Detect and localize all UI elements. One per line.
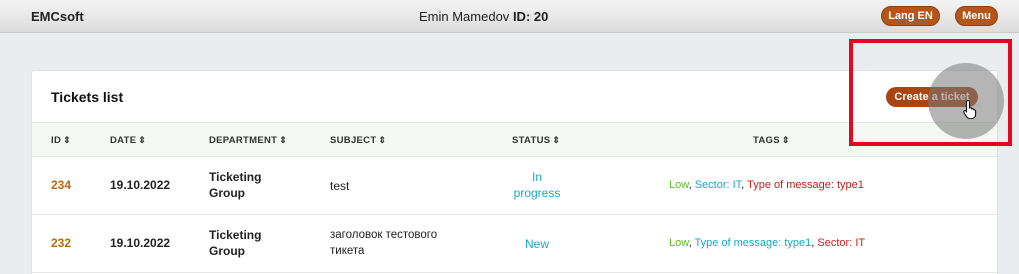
ticket-date: 19.10.2022 xyxy=(110,178,171,192)
column-id[interactable]: ID ⇕ xyxy=(51,135,71,146)
ticket-status: New xyxy=(524,237,549,251)
ticket-tags: Low, Type of message: type1, Sector: IT xyxy=(669,237,866,249)
highlight-annotation xyxy=(849,39,1012,146)
column-department[interactable]: DEPARTMENT ⇕ xyxy=(209,135,287,146)
tag[interactable]: Sector: IT xyxy=(695,179,741,191)
ticket-id-link[interactable]: 232 xyxy=(51,236,71,250)
tag[interactable]: Low xyxy=(669,237,689,249)
top-navbar: EMCsoft Emin Mamedov ID: 20 Lang EN Menu xyxy=(0,0,1019,33)
user-id: ID: 20 xyxy=(512,9,549,24)
table-row[interactable]: 232 19.10.2022 Ticketing Group заголовок… xyxy=(32,215,997,273)
ticket-tags: Low, Sector: IT, Type of message: type1 xyxy=(669,179,864,191)
ticket-id-link[interactable]: 234 xyxy=(51,178,71,192)
user-info: Emin Mamedov ID: 20 xyxy=(419,9,548,24)
column-subject[interactable]: SUBJECT ⇕ xyxy=(330,135,386,146)
tag[interactable]: Type of message: type1 xyxy=(747,179,864,191)
column-date[interactable]: DATE ⇕ xyxy=(110,135,146,146)
ticket-subject: test xyxy=(330,179,350,193)
table-row[interactable]: 234 19.10.2022 Ticketing Group test In p… xyxy=(32,157,997,215)
page-title: Tickets list xyxy=(51,89,124,105)
brand-logo[interactable]: EMCsoft xyxy=(31,9,84,24)
ticket-department: Ticketing Group xyxy=(209,170,262,200)
tag[interactable]: Type of message: type1 xyxy=(695,237,812,249)
sort-icon[interactable]: ⇕ xyxy=(63,135,71,145)
sort-icon[interactable]: ⇕ xyxy=(279,135,287,145)
menu-button[interactable]: Menu xyxy=(955,6,998,26)
user-name: Emin Mamedov xyxy=(419,9,510,24)
ticket-department: Ticketing Group xyxy=(209,228,262,258)
column-tags[interactable]: TAGS ⇕ xyxy=(753,135,790,146)
ticket-subject: заголовок тестового тикета xyxy=(330,229,438,257)
ticket-date: 19.10.2022 xyxy=(110,236,171,250)
language-button[interactable]: Lang EN xyxy=(881,6,940,26)
ticket-status: In progress xyxy=(513,170,561,200)
tag[interactable]: Sector: IT xyxy=(817,237,865,249)
sort-icon[interactable]: ⇕ xyxy=(782,135,790,145)
sort-icon[interactable]: ⇕ xyxy=(552,135,560,145)
column-status[interactable]: STATUS ⇕ xyxy=(512,135,560,146)
sort-icon[interactable]: ⇕ xyxy=(138,135,146,145)
tag[interactable]: Low xyxy=(669,179,689,191)
sort-icon[interactable]: ⇕ xyxy=(378,135,386,145)
